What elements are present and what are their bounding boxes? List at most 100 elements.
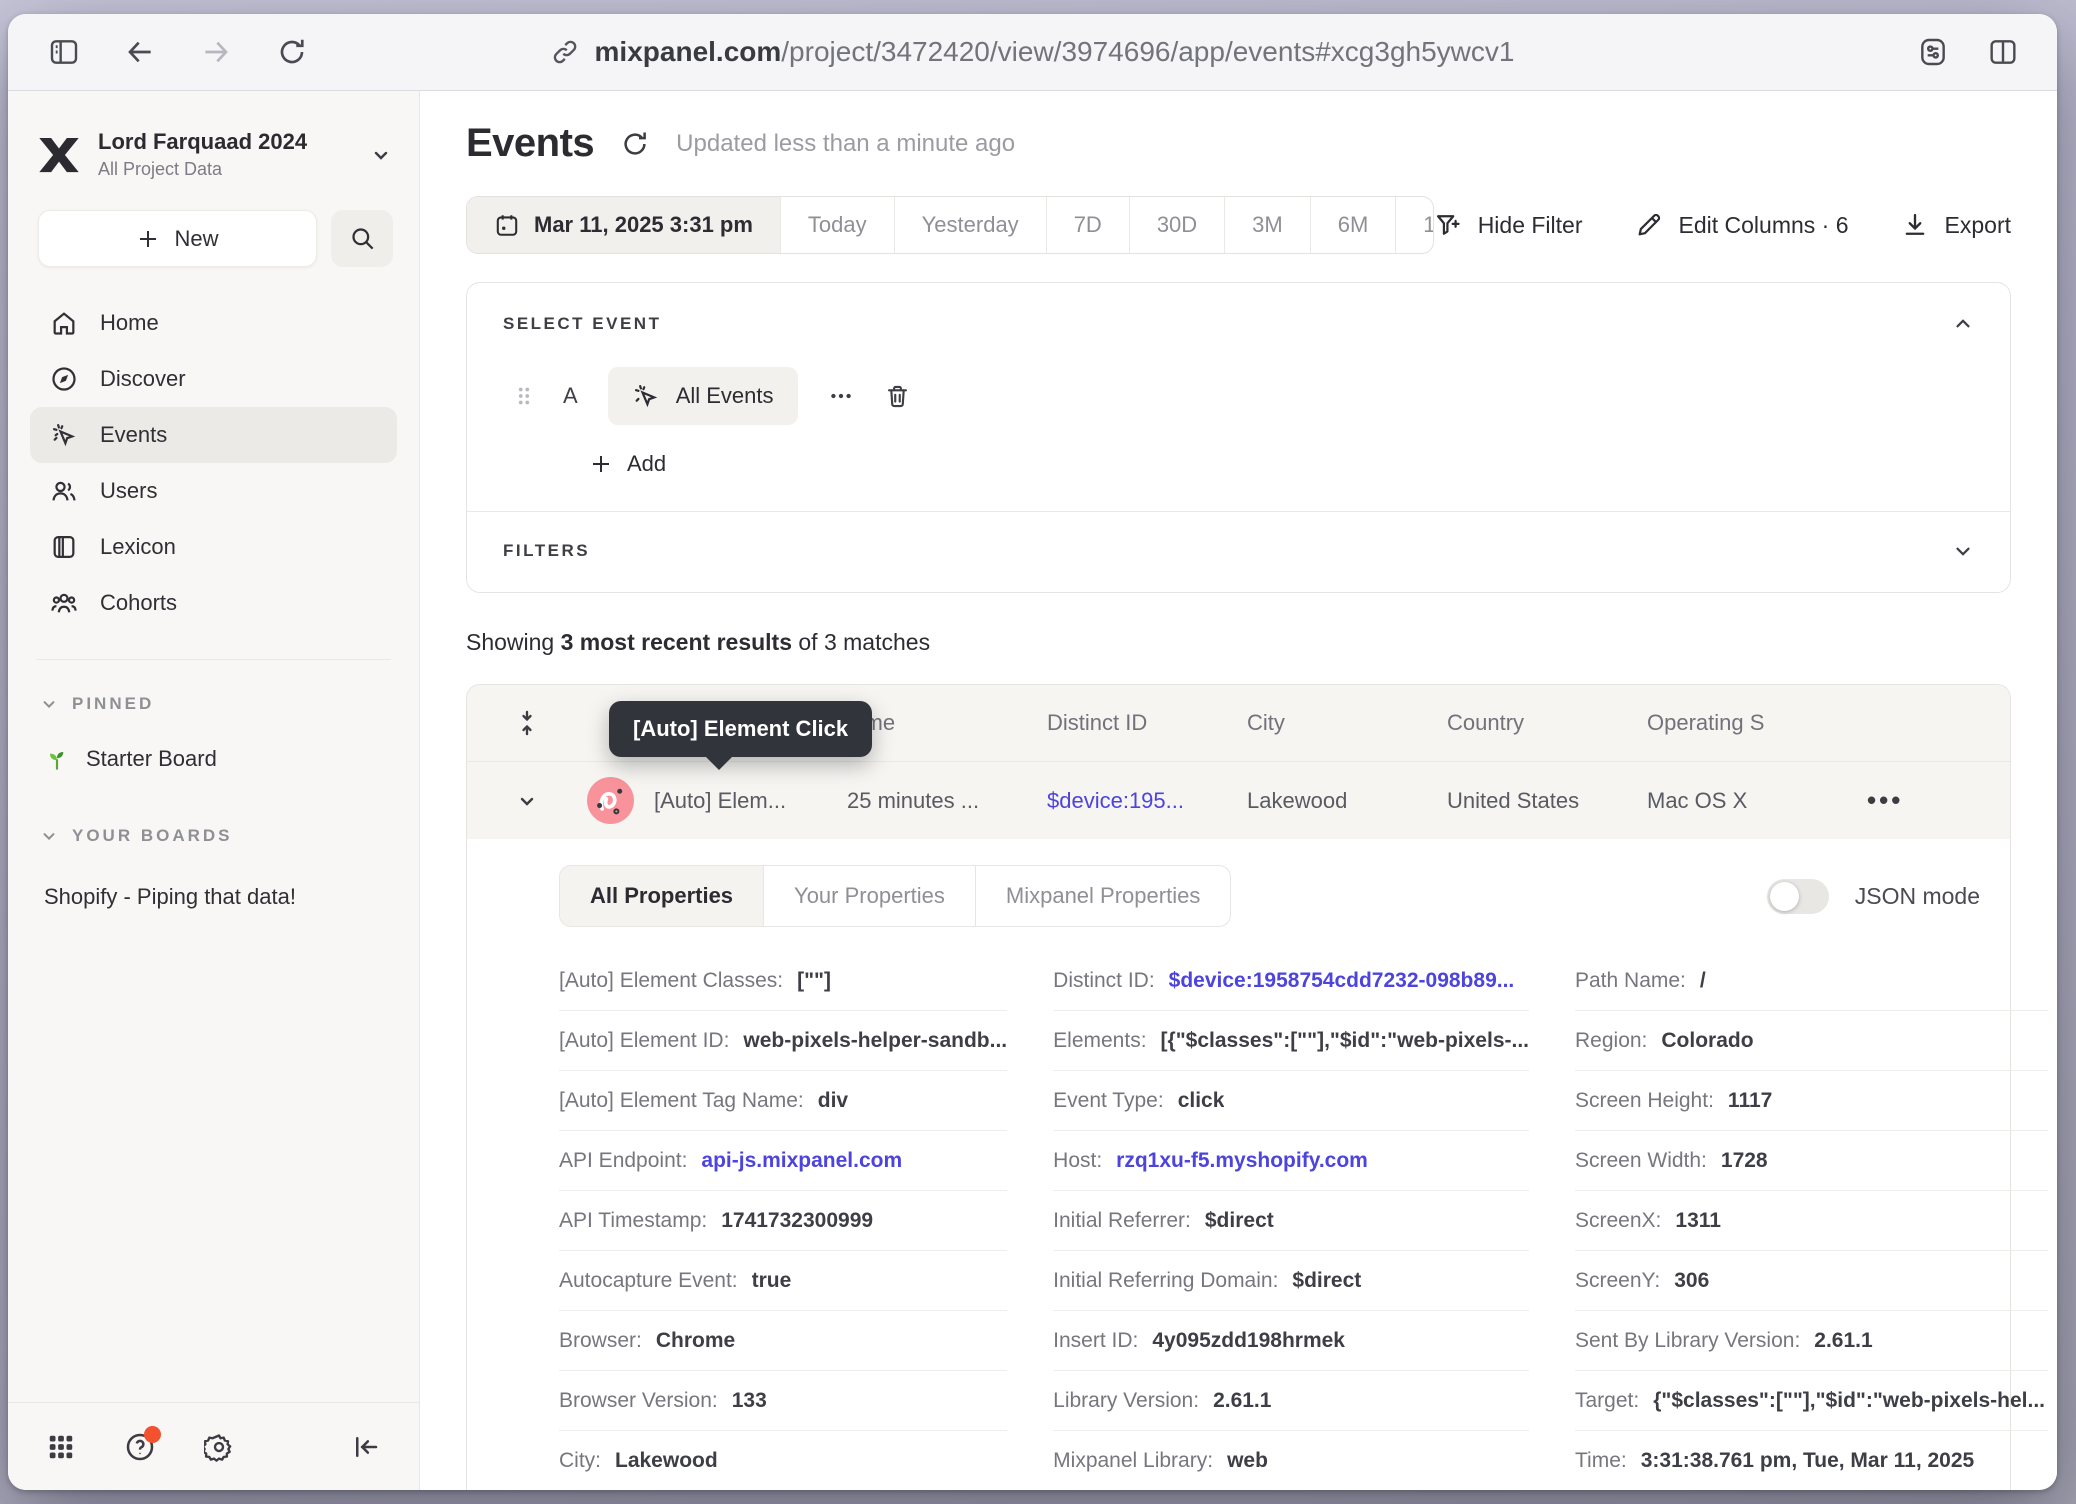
back-icon[interactable]: [124, 36, 156, 68]
json-mode-toggle[interactable]: [1767, 879, 1829, 914]
sidebar-item-users[interactable]: Users: [30, 463, 397, 519]
refresh-icon[interactable]: [620, 129, 650, 159]
property-row: Time: 3:31:38.761 pm, Tue, Mar 11, 2025: [1575, 1431, 2048, 1490]
autocapture-click-icon: [632, 382, 660, 410]
address-bar[interactable]: mixpanel.com/project/3472420/view/397469…: [551, 36, 1515, 68]
edit-columns-button[interactable]: Edit Columns · 6: [1635, 211, 1849, 239]
chevron-down-icon[interactable]: [467, 789, 587, 813]
more-options-icon[interactable]: [828, 383, 854, 409]
chevron-down-icon[interactable]: [1952, 540, 1974, 562]
sidebar-item-discover[interactable]: Discover: [30, 351, 397, 407]
property-value[interactable]: true: [752, 1269, 792, 1293]
date-range-control: Mar 11, 2025 3:31 pm Today Yesterday 7D …: [466, 196, 1434, 254]
column-header[interactable]: City: [1247, 710, 1447, 736]
reload-icon[interactable]: [276, 36, 308, 68]
pinned-section-header[interactable]: PINNED: [8, 694, 419, 714]
property-label: Library Version:: [1053, 1389, 1199, 1413]
property-value[interactable]: 1117: [1728, 1089, 1772, 1113]
property-value[interactable]: Lakewood: [615, 1449, 718, 1473]
property-row: Browser: Chrome: [559, 1311, 1007, 1371]
event-selector-chip[interactable]: All Events: [608, 367, 798, 425]
date-preset-button[interactable]: Yesterday: [894, 197, 1046, 253]
help-button[interactable]: [124, 1431, 156, 1463]
property-value[interactable]: 2.61.1: [1814, 1329, 1872, 1353]
property-value[interactable]: 306: [1674, 1269, 1709, 1293]
date-preset-button[interactable]: Today: [780, 197, 894, 253]
property-row: Target: {"$classes":[""],"$id":"web-pixe…: [1575, 1371, 2048, 1431]
column-header[interactable]: Distinct ID: [1047, 710, 1247, 736]
property-value[interactable]: 1311: [1675, 1209, 1721, 1233]
plus-icon: [136, 227, 160, 251]
distinct-id-link[interactable]: $device:195...: [1047, 788, 1247, 814]
property-label: Distinct ID:: [1053, 969, 1155, 993]
property-value[interactable]: /: [1700, 969, 1706, 993]
date-preset-button[interactable]: 3M: [1224, 197, 1310, 253]
event-row[interactable]: [Auto] Elem... 25 minutes ... $device:19…: [467, 761, 2010, 839]
column-header[interactable]: Country: [1447, 710, 1647, 736]
property-value[interactable]: web: [1227, 1449, 1268, 1473]
export-button[interactable]: Export: [1901, 211, 2011, 239]
add-event-button[interactable]: Add: [589, 451, 666, 477]
property-value[interactable]: $direct: [1292, 1269, 1361, 1293]
property-value[interactable]: [{"$classes":[""],"$id":"web-pixels-...: [1161, 1029, 1529, 1053]
date-preset-button[interactable]: 12M: [1395, 197, 1433, 253]
split-view-icon[interactable]: [1987, 36, 2019, 68]
search-button[interactable]: [331, 210, 393, 267]
property-value[interactable]: api-js.mixpanel.com: [701, 1149, 902, 1173]
date-preset-button[interactable]: 6M: [1310, 197, 1396, 253]
property-label: Screen Height:: [1575, 1089, 1714, 1113]
row-more-options-icon[interactable]: •••: [1867, 785, 2010, 816]
browser-settings-icon[interactable]: [1917, 36, 1949, 68]
property-value[interactable]: rzq1xu-f5.myshopify.com: [1116, 1149, 1368, 1173]
date-preset-button[interactable]: 30D: [1129, 197, 1224, 253]
sidebar-item-label: Users: [100, 478, 157, 504]
property-value[interactable]: 2.61.1: [1213, 1389, 1271, 1413]
sidebar-item-cohorts[interactable]: Cohorts: [30, 575, 397, 631]
project-switcher[interactable]: Lord Farquaad 2024 All Project Data: [38, 129, 393, 180]
property-value[interactable]: 1728: [1721, 1149, 1768, 1173]
sidebar-item-board-shopify[interactable]: Shopify - Piping that data!: [8, 884, 419, 910]
tab-all-properties[interactable]: All Properties: [560, 866, 763, 926]
property-value[interactable]: {"$classes":[""],"$id":"web-pixels-hel..…: [1653, 1389, 2045, 1413]
plus-icon: [589, 452, 613, 476]
tab-your-properties[interactable]: Your Properties: [763, 866, 975, 926]
property-value[interactable]: div: [818, 1089, 848, 1113]
settings-gear-icon[interactable]: [204, 1432, 234, 1462]
column-header[interactable]: Operating S: [1647, 710, 1867, 736]
tab-mixpanel-properties[interactable]: Mixpanel Properties: [975, 866, 1230, 926]
property-value[interactable]: click: [1178, 1089, 1225, 1113]
apps-grid-icon[interactable]: [46, 1432, 76, 1462]
property-value[interactable]: 4y095zdd198hrmek: [1152, 1329, 1345, 1353]
your-boards-section-header[interactable]: YOUR BOARDS: [8, 826, 419, 846]
sidebar-item-lexicon[interactable]: Lexicon: [30, 519, 397, 575]
date-range-current[interactable]: Mar 11, 2025 3:31 pm: [467, 197, 780, 253]
trash-icon[interactable]: [884, 383, 911, 410]
property-row: Elements: [{"$classes":[""],"$id":"web-p…: [1053, 1011, 1529, 1071]
property-value[interactable]: web-pixels-helper-sandb...: [743, 1029, 1007, 1053]
property-value[interactable]: Colorado: [1661, 1029, 1753, 1053]
column-header[interactable]: Time: [847, 710, 1047, 736]
property-value[interactable]: Chrome: [656, 1329, 735, 1353]
chevron-up-icon[interactable]: [1952, 313, 1974, 335]
sidebar-item-starter-board[interactable]: Starter Board: [8, 746, 419, 772]
date-preset-button[interactable]: 7D: [1046, 197, 1129, 253]
sidebar-toggle-icon[interactable]: [48, 36, 80, 68]
collapse-all-rows-icon[interactable]: [467, 709, 587, 737]
property-value[interactable]: [""]: [797, 969, 831, 993]
new-button[interactable]: New: [38, 210, 317, 267]
hide-filter-button[interactable]: Hide Filter: [1434, 211, 1583, 239]
sidebar-item-home[interactable]: Home: [30, 295, 397, 351]
property-value[interactable]: $direct: [1205, 1209, 1274, 1233]
sidebar-item-label: Discover: [100, 366, 186, 392]
property-label: [Auto] Element ID:: [559, 1029, 729, 1053]
property-value[interactable]: 1741732300999: [721, 1209, 873, 1233]
property-value[interactable]: 133: [732, 1389, 767, 1413]
property-value[interactable]: $device:1958754cdd7232-098b89...: [1169, 969, 1515, 993]
sidebar-item-events[interactable]: Events: [30, 407, 397, 463]
collapse-sidebar-icon[interactable]: [351, 1432, 381, 1462]
property-row: Path Name: /: [1575, 951, 2048, 1011]
event-chip-label: All Events: [676, 383, 774, 409]
property-value[interactable]: 3:31:38.761 pm, Tue, Mar 11, 2025: [1641, 1449, 1974, 1473]
browser-toolbar: mixpanel.com/project/3472420/view/397469…: [8, 14, 2057, 91]
drag-handle-icon[interactable]: [515, 383, 533, 409]
